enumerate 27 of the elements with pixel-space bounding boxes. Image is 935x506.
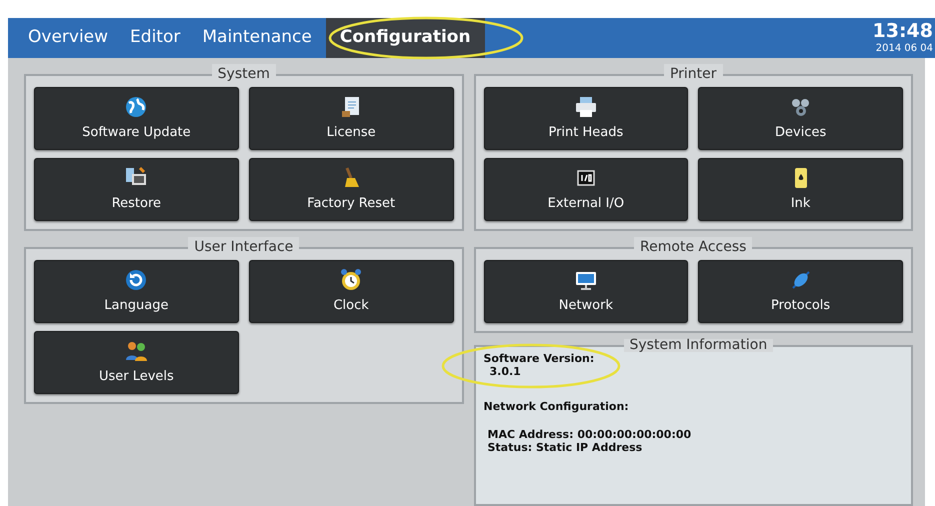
refresh-icon [124, 268, 148, 292]
config-button[interactable]: Protocols [698, 260, 903, 323]
info-heading: Network Configuration: [484, 400, 630, 413]
config-button[interactable]: Factory Reset [248, 158, 454, 221]
clock-date: 2014 06 04 [876, 44, 933, 54]
config-button[interactable]: Print Heads [484, 87, 688, 150]
config-button[interactable]: Restore [34, 158, 239, 221]
config-button[interactable]: Language [34, 260, 239, 323]
config-button[interactable]: Network [484, 260, 688, 323]
printer-icon [574, 94, 598, 119]
info-line: MAC Address: 00:00:00:00:00:00 [486, 428, 692, 441]
alarm-clock-icon [339, 268, 364, 292]
info-value: 3.0.1 [488, 365, 522, 378]
config-button[interactable]: Ink [698, 158, 903, 221]
nav-tab[interactable]: Maintenance [194, 18, 320, 58]
config-button[interactable]: Clock [248, 260, 454, 323]
info-label: Software Version: [484, 352, 596, 365]
info-line: Status: Static IP Address [486, 441, 644, 454]
clock-time: 13:48 [872, 22, 933, 41]
config-button[interactable]: User Levels [34, 331, 239, 394]
config-button[interactable]: Devices [698, 87, 903, 150]
panel-title: System Information [624, 339, 774, 352]
nav-tab[interactable]: Overview [20, 18, 116, 58]
nav-tab[interactable]: Editor [122, 18, 188, 58]
config-button[interactable]: External I/O [484, 158, 688, 221]
config-button[interactable]: Software Update [34, 87, 239, 150]
config-button[interactable]: License [248, 87, 454, 150]
